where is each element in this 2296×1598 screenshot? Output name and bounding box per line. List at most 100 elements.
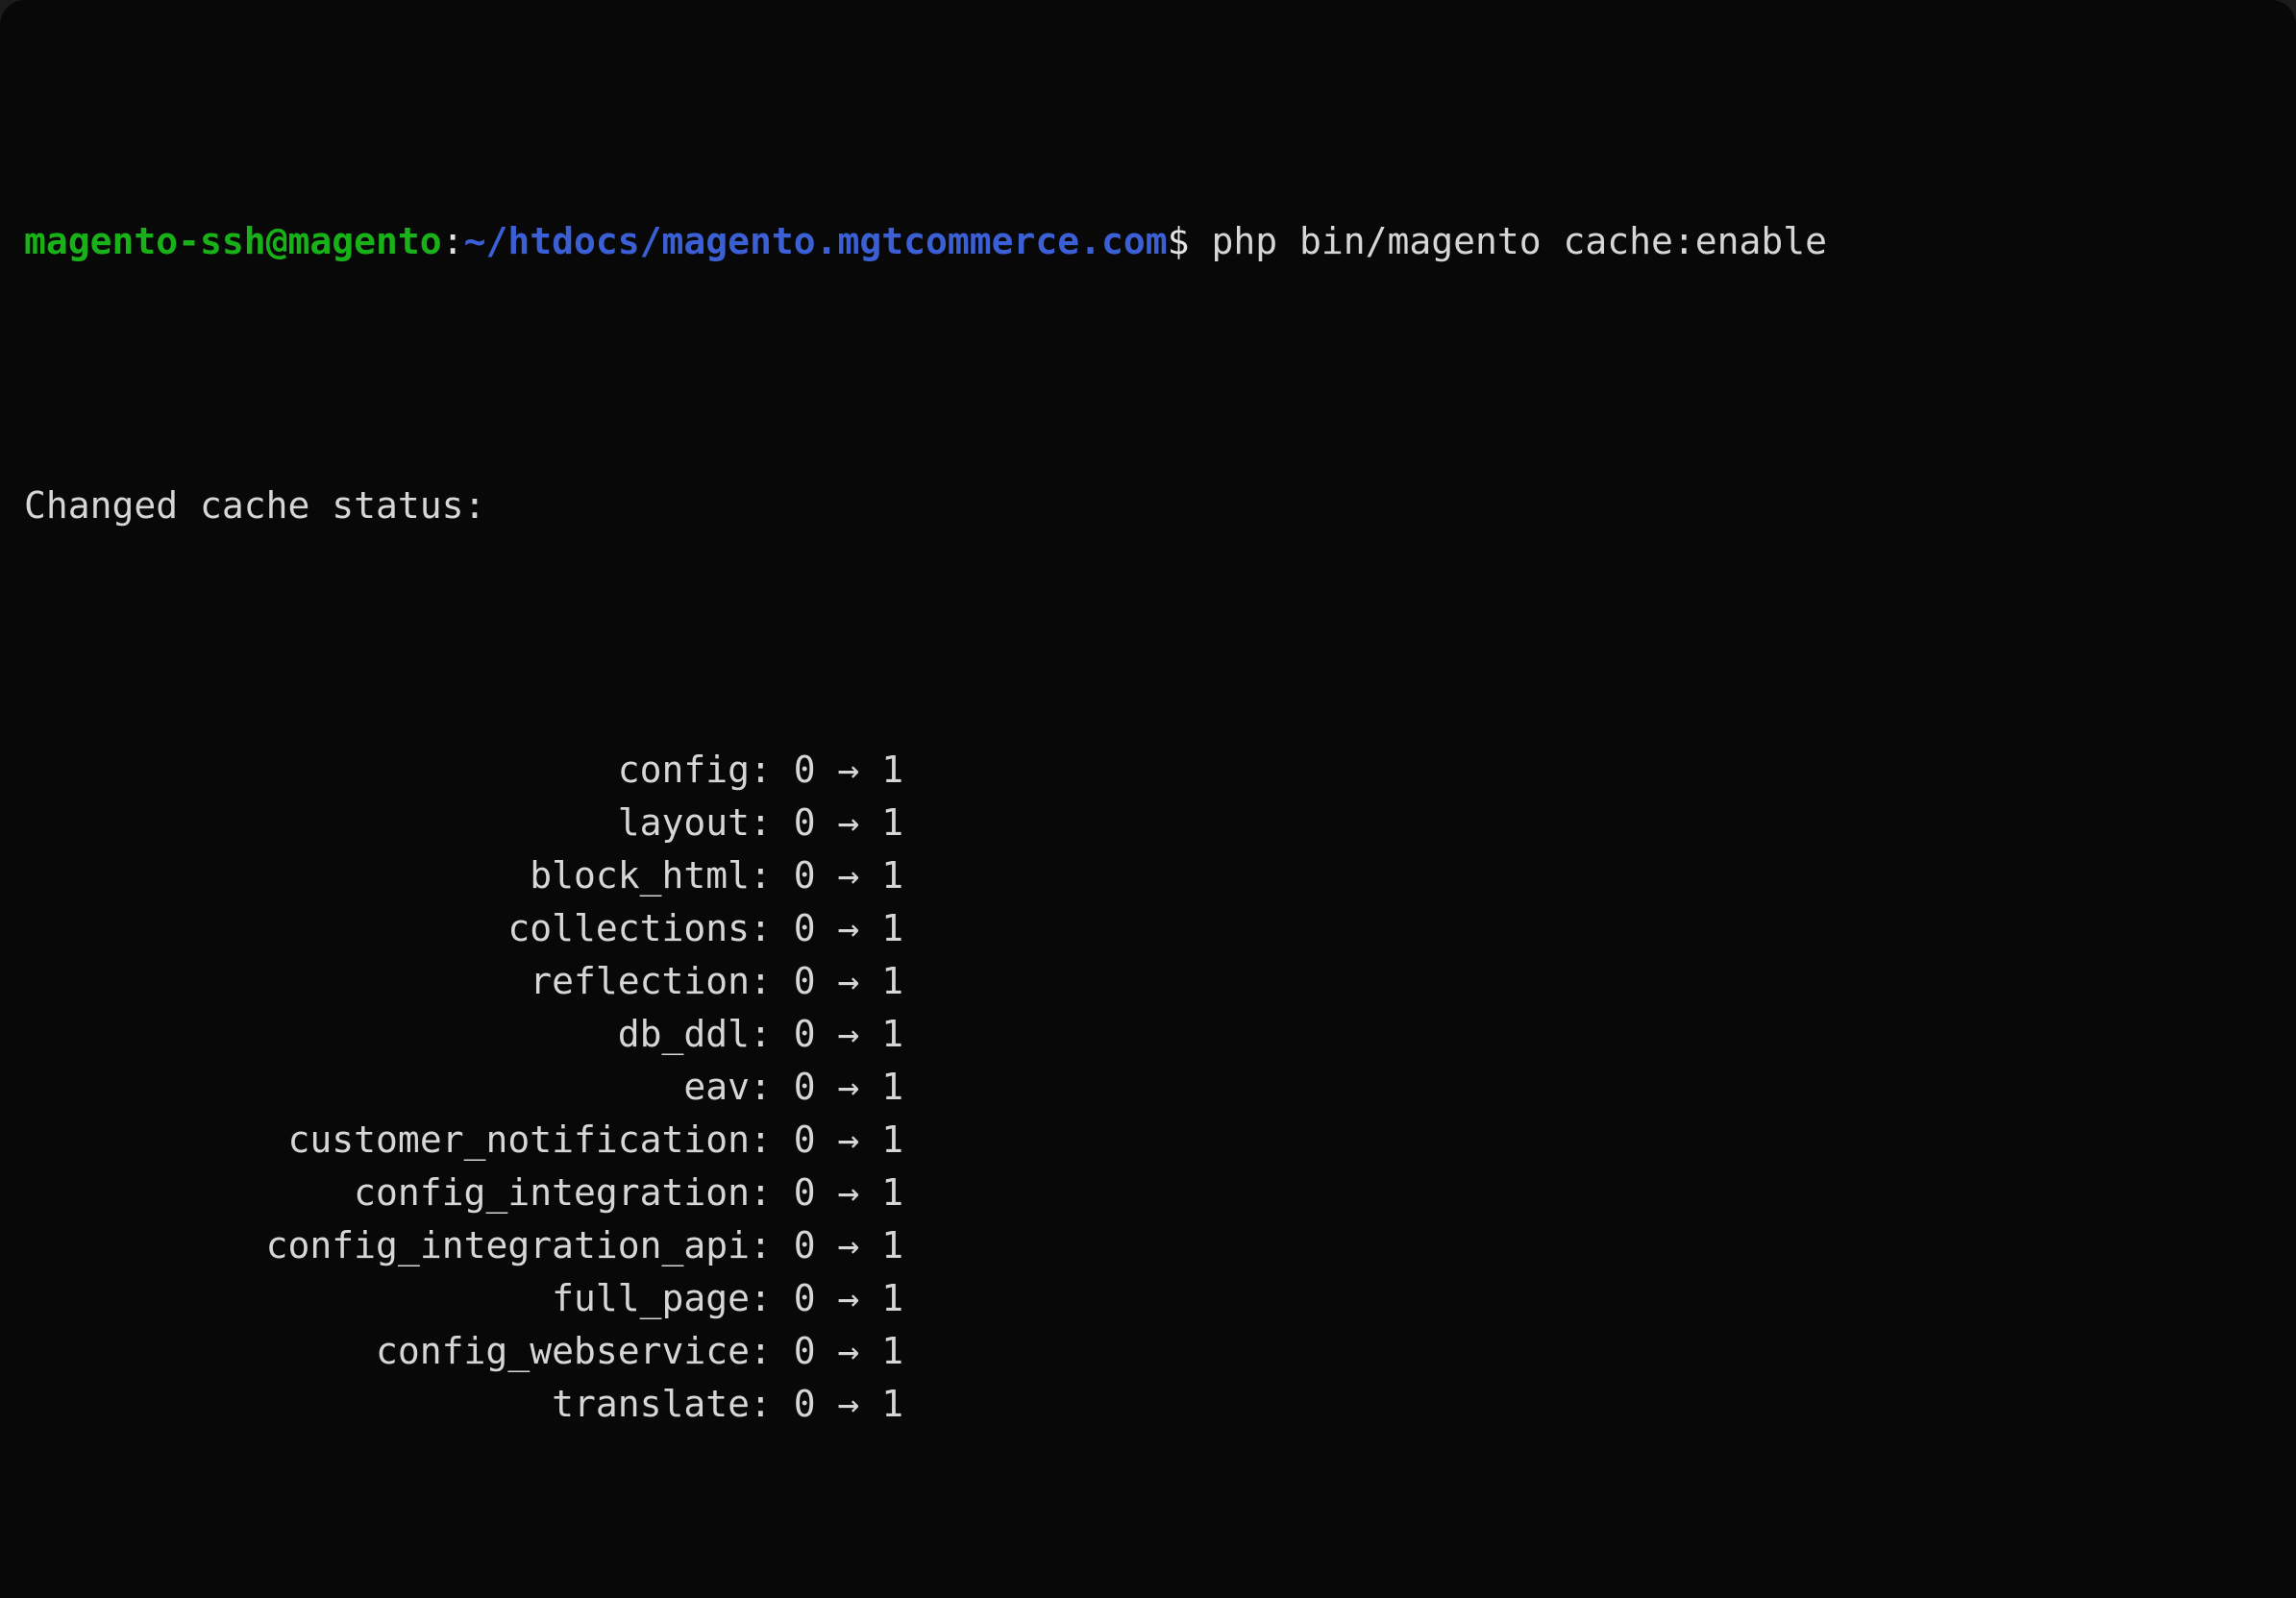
right-arrow-icon: →	[815, 1224, 882, 1266]
cache-status-row: config_integration: 0 → 1	[24, 1167, 2296, 1219]
cache-status-row: db_ddl: 0 → 1	[24, 1008, 2296, 1061]
cache-status-to: 1	[881, 1013, 904, 1055]
cache-type-name: layout	[617, 801, 750, 844]
cache-status-row: config_webservice: 0 → 1	[24, 1325, 2296, 1378]
cache-type-name: config	[617, 749, 750, 791]
prompt-symbol: $	[1167, 220, 1190, 262]
changed-status-list: config: 0 → 1 layout: 0 → 1 block_html: …	[24, 744, 2296, 1431]
cache-status-from: 0	[793, 960, 816, 1002]
cache-status-row: config: 0 → 1	[24, 744, 2296, 797]
cache-status-from: 0	[793, 1119, 816, 1161]
cache-status-colon: :	[749, 854, 794, 897]
cache-type-name: db_ddl	[617, 1013, 750, 1055]
right-arrow-icon: →	[815, 749, 882, 791]
cache-status-from: 0	[793, 801, 816, 844]
cache-type-name: full_page	[552, 1277, 750, 1319]
terminal-output-area[interactable]: magento-ssh@magento:~/htdocs/magento.mgt…	[24, 4, 2296, 1598]
cache-type-name: eav	[683, 1066, 750, 1108]
cache-status-indent	[24, 749, 618, 791]
cache-type-name: block_html	[530, 854, 750, 897]
cache-status-to: 1	[881, 907, 904, 949]
cache-status-colon: :	[749, 1066, 794, 1108]
cache-status-colon: :	[749, 1277, 794, 1319]
right-arrow-icon: →	[815, 960, 882, 1002]
cache-status-from: 0	[793, 1330, 816, 1372]
cache-status-from: 0	[793, 1171, 816, 1214]
cache-status-indent	[24, 907, 507, 949]
command-text: php bin/magento cache:enable	[1211, 220, 1828, 262]
cache-status-row: reflection: 0 → 1	[24, 955, 2296, 1008]
cache-status-colon: :	[749, 960, 794, 1002]
cache-status-to: 1	[881, 960, 904, 1002]
cache-status-from: 0	[793, 1277, 816, 1319]
cache-status-to: 1	[881, 749, 904, 791]
cache-status-to: 1	[881, 1277, 904, 1319]
cache-status-to: 1	[881, 1224, 904, 1266]
cache-status-row: config_integration_api: 0 → 1	[24, 1219, 2296, 1272]
cache-status-indent	[24, 801, 618, 844]
cache-status-indent	[24, 1171, 354, 1214]
right-arrow-icon: →	[815, 801, 882, 844]
cache-status-colon: :	[750, 1224, 794, 1266]
cache-status-indent	[24, 1330, 376, 1372]
cache-type-name: config_integration_api	[265, 1224, 750, 1266]
cache-status-row: layout: 0 → 1	[24, 797, 2296, 849]
cache-status-indent	[24, 854, 530, 897]
right-arrow-icon: →	[815, 1330, 882, 1372]
cache-status-indent	[24, 1224, 266, 1266]
changed-cache-status-header: Changed cache status:	[24, 484, 486, 527]
cache-type-name: collections	[507, 907, 750, 949]
terminal-window[interactable]: magento-ssh@magento:~/htdocs/magento.mgt…	[0, 0, 2296, 1598]
right-arrow-icon: →	[815, 1119, 882, 1161]
cache-status-colon: :	[750, 1013, 794, 1055]
cache-status-colon: :	[749, 1383, 794, 1425]
cache-status-from: 0	[793, 749, 816, 791]
right-arrow-icon: →	[815, 1013, 882, 1055]
cache-type-name: translate	[552, 1383, 750, 1425]
cache-status-colon: :	[749, 1330, 794, 1372]
cache-type-name: config_integration	[354, 1171, 750, 1214]
prompt-separator: :	[441, 220, 464, 262]
cache-status-to: 1	[881, 801, 904, 844]
cache-status-indent	[24, 960, 530, 1002]
cache-status-colon: :	[750, 907, 794, 949]
cache-status-from: 0	[793, 1224, 816, 1266]
cache-status-to: 1	[881, 854, 904, 897]
cache-status-from: 0	[793, 1066, 816, 1108]
prompt-path: ~/htdocs/magento.mgtcommerce.com	[463, 220, 1168, 262]
cache-status-from: 0	[793, 1383, 816, 1425]
right-arrow-icon: →	[815, 854, 882, 897]
cache-status-indent	[24, 1013, 618, 1055]
cache-status-row: block_html: 0 → 1	[24, 849, 2296, 902]
cache-status-from: 0	[793, 1013, 816, 1055]
cache-status-indent	[24, 1277, 552, 1319]
cache-status-from: 0	[793, 854, 816, 897]
cache-type-name: config_webservice	[376, 1330, 750, 1372]
right-arrow-icon: →	[815, 1383, 882, 1425]
cache-type-name: reflection	[530, 960, 750, 1002]
right-arrow-icon: →	[815, 1277, 882, 1319]
cache-status-colon: :	[750, 801, 794, 844]
cache-status-row: collections: 0 → 1	[24, 902, 2296, 955]
right-arrow-icon: →	[815, 1066, 882, 1108]
cache-status-to: 1	[881, 1383, 904, 1425]
cache-status-to: 1	[881, 1119, 904, 1161]
cache-status-to: 1	[881, 1171, 904, 1214]
cache-status-indent	[24, 1383, 552, 1425]
cache-status-row: customer_notification: 0 → 1	[24, 1114, 2296, 1167]
prompt-user-host: magento-ssh@magento	[24, 220, 442, 262]
typed-command: php bin/magento cache:enable	[1190, 220, 1827, 262]
cache-status-to: 1	[881, 1066, 904, 1108]
right-arrow-icon: →	[815, 907, 882, 949]
cache-status-indent	[24, 1066, 683, 1108]
cache-status-from: 0	[793, 907, 816, 949]
cache-status-row: eav: 0 → 1	[24, 1061, 2296, 1114]
cache-status-row: full_page: 0 → 1	[24, 1272, 2296, 1325]
cache-status-indent	[24, 1119, 288, 1161]
cache-type-name: customer_notification	[287, 1119, 750, 1161]
cache-status-row: translate: 0 → 1	[24, 1378, 2296, 1431]
right-arrow-icon: →	[815, 1171, 882, 1214]
cache-status-to: 1	[881, 1330, 904, 1372]
cache-status-colon: :	[749, 1119, 794, 1161]
command-line: magento-ssh@magento:~/htdocs/magento.mgt…	[24, 215, 2296, 268]
